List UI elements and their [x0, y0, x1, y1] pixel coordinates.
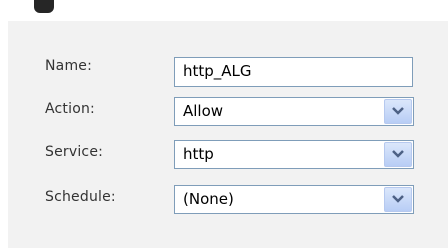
service-selected-value: http [183, 145, 214, 163]
schedule-dropdown-button[interactable] [384, 187, 412, 212]
service-label: Service: [45, 144, 104, 160]
chevron-down-icon [392, 107, 404, 115]
action-dropdown-button[interactable] [384, 99, 412, 124]
schedule-label: Schedule: [45, 189, 116, 205]
action-selected-value: Allow [183, 102, 224, 120]
name-input[interactable]: http_ALG [174, 57, 413, 87]
service-select[interactable]: http [174, 140, 414, 169]
schedule-select[interactable]: (None) [174, 185, 414, 214]
title-fragment [34, 0, 54, 13]
name-label: Name: [45, 58, 93, 74]
chevron-down-icon [392, 195, 404, 203]
service-dropdown-button[interactable] [384, 142, 412, 167]
chevron-down-icon [392, 150, 404, 158]
action-label: Action: [45, 101, 95, 117]
schedule-selected-value: (None) [183, 190, 234, 208]
action-select[interactable]: Allow [174, 97, 414, 126]
